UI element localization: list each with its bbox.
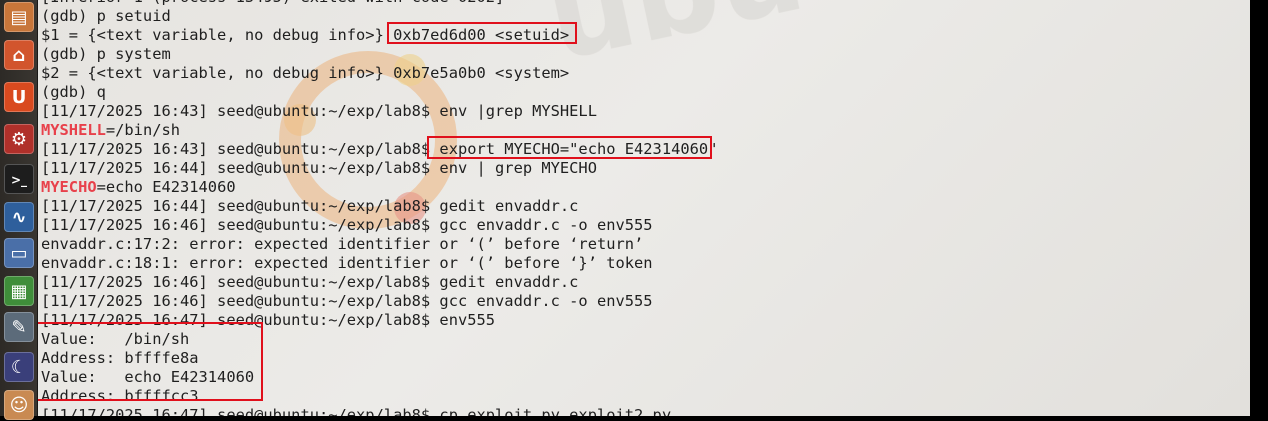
line-text: [11/17/2025 16:44] seed@ubuntu:~/exp/lab… xyxy=(41,159,597,177)
line-text: $1 = {<text variable, no debug info>} 0x… xyxy=(41,26,570,44)
terminal-line: $1 = {<text variable, no debug info>} 0x… xyxy=(41,26,717,45)
system-settings-icon[interactable]: ⚙ xyxy=(4,124,34,154)
line-text: [11/17/2025 16:44] seed@ubuntu:~/exp/lab… xyxy=(41,197,579,215)
line-text: envaddr.c:17:2: error: expected identifi… xyxy=(41,235,644,253)
terminal-line: envaddr.c:17:2: error: expected identifi… xyxy=(41,235,717,254)
terminal-line: Value: echo E42314060 xyxy=(41,368,717,387)
terminal-line: (gdb) q xyxy=(41,83,717,102)
shopping-bag-icon[interactable]: ⌂ xyxy=(4,40,34,70)
line-text: Value: echo E42314060 xyxy=(41,368,255,386)
line-text: [11/17/2025 16:43] seed@ubuntu:~/exp/lab… xyxy=(41,102,597,120)
line-text: Value: /bin/sh xyxy=(41,330,190,348)
line-text: (gdb) p setuid xyxy=(41,7,171,25)
terminal-line: [11/17/2025 16:46] seed@ubuntu:~/exp/lab… xyxy=(41,273,717,292)
terminal-line: (gdb) p setuid xyxy=(41,7,717,26)
terminal-line: (gdb) p system xyxy=(41,45,717,64)
terminal-line: Value: /bin/sh xyxy=(41,330,717,349)
remote-desktop-icon[interactable]: ▭ xyxy=(4,238,34,268)
env-var-match: MYSHELL xyxy=(41,121,106,139)
terminal-line: $2 = {<text variable, no debug info>} 0x… xyxy=(41,64,717,83)
line-text: envaddr.c:18:1: error: expected identifi… xyxy=(41,254,653,272)
terminal-line: [11/17/2025 16:46] seed@ubuntu:~/exp/lab… xyxy=(41,292,717,311)
line-text: [11/17/2025 16:43] seed@ubuntu:~/exp/lab… xyxy=(41,140,718,158)
terminal-line: [11/17/2025 16:47] seed@ubuntu:~/exp/lab… xyxy=(41,311,717,330)
terminal-line: [11/17/2025 16:46] seed@ubuntu:~/exp/lab… xyxy=(41,216,717,235)
line-text: (gdb) q xyxy=(41,83,106,101)
line-text: [11/17/2025 16:47] seed@ubuntu:~/exp/lab… xyxy=(41,406,672,416)
terminal-line: [11/17/2025 16:43] seed@ubuntu:~/exp/lab… xyxy=(41,140,717,159)
terminal-window[interactable]: ubu [Inferior 1 (process 13495) exited w… xyxy=(38,0,1250,416)
terminal-line: Address: bffffcc3 xyxy=(41,387,717,406)
line-text: [11/17/2025 16:46] seed@ubuntu:~/exp/lab… xyxy=(41,273,579,291)
terminal-line: MYSHELL=/bin/sh xyxy=(41,121,717,140)
moon-icon[interactable]: ☾ xyxy=(4,352,34,382)
terminal-icon[interactable]: >_ xyxy=(4,164,34,194)
line-text: [11/17/2025 16:46] seed@ubuntu:~/exp/lab… xyxy=(41,216,653,234)
terminal-line: [Inferior 1 (process 13495) exited with … xyxy=(41,0,717,7)
screen-edge xyxy=(1250,0,1268,416)
env-var-match: MYECHO xyxy=(41,178,97,196)
system-monitor-icon[interactable]: ∿ xyxy=(4,202,34,232)
terminal-line: [11/17/2025 16:47] seed@ubuntu:~/exp/lab… xyxy=(41,406,717,416)
line-text: $2 = {<text variable, no debug info>} 0x… xyxy=(41,64,570,82)
terminal-line: MYECHO=echo E42314060 xyxy=(41,178,717,197)
ubuntu-one-icon[interactable]: U xyxy=(4,82,34,112)
line-text: [11/17/2025 16:46] seed@ubuntu:~/exp/lab… xyxy=(41,292,653,310)
terminal-output: [Inferior 1 (process 13495) exited with … xyxy=(41,0,717,416)
rubiks-cube-icon[interactable]: ▦ xyxy=(4,276,34,306)
files-icon[interactable]: ▤ xyxy=(4,2,34,32)
line-text: [Inferior 1 (process 13495) exited with … xyxy=(41,0,504,6)
line-text: (gdb) p system xyxy=(41,45,171,63)
line-text: [11/17/2025 16:47] seed@ubuntu:~/exp/lab… xyxy=(41,311,496,329)
line-text: =echo E42314060 xyxy=(96,178,236,196)
line-text: =/bin/sh xyxy=(105,121,181,139)
line-text: Address: bffffcc3 xyxy=(41,387,199,405)
unity-launcher: ▤ ⌂ U ⚙ >_ ∿ ▭ ▦ ✎ ☾ ☺ xyxy=(0,0,38,420)
gimp-icon[interactable]: ✎ xyxy=(4,312,34,342)
terminal-line: [11/17/2025 16:43] seed@ubuntu:~/exp/lab… xyxy=(41,102,717,121)
terminal-line: [11/17/2025 16:44] seed@ubuntu:~/exp/lab… xyxy=(41,197,717,216)
terminal-line: [11/17/2025 16:44] seed@ubuntu:~/exp/lab… xyxy=(41,159,717,178)
terminal-line: Address: bffffe8a xyxy=(41,349,717,368)
terminal-line: envaddr.c:18:1: error: expected identifi… xyxy=(41,254,717,273)
line-text: Address: bffffe8a xyxy=(41,349,199,367)
